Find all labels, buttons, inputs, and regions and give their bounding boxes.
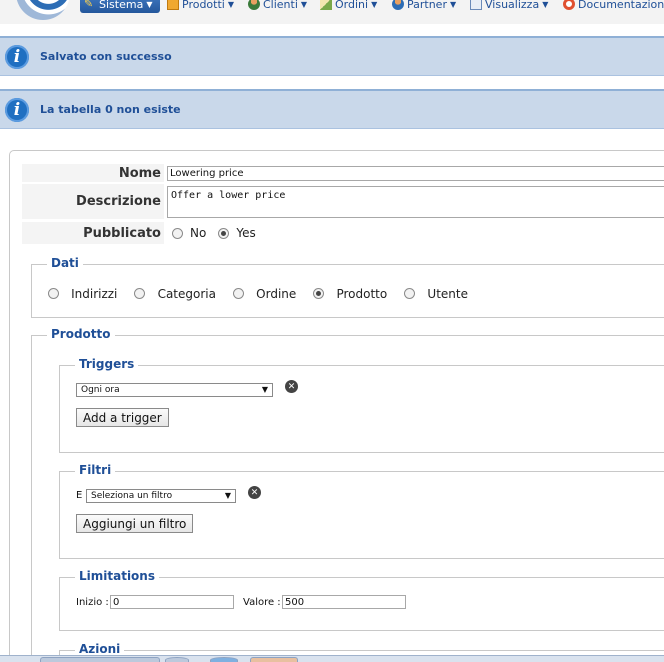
limit-value-input[interactable] bbox=[282, 595, 406, 609]
add-filter-button[interactable]: Aggiungi un filtro bbox=[76, 514, 194, 533]
menu-sistema-label: Sistema bbox=[99, 0, 144, 11]
info-icon: i bbox=[5, 44, 29, 69]
dati-indirizzi-radio[interactable] bbox=[48, 288, 59, 299]
published-no-radio[interactable] bbox=[172, 227, 183, 239]
app-logo bbox=[16, 0, 70, 20]
filter-select-value: Seleziona un filtro bbox=[91, 491, 173, 501]
taskbar-button[interactable] bbox=[210, 657, 238, 662]
description-textarea[interactable]: Offer a lower price bbox=[167, 185, 664, 218]
dati-title: Dati bbox=[47, 256, 83, 270]
add-trigger-button[interactable]: Add a trigger bbox=[76, 408, 169, 427]
filters-title: Filtri bbox=[75, 463, 116, 477]
display-icon bbox=[470, 0, 482, 10]
name-label: Nome bbox=[22, 164, 164, 182]
info-icon: i bbox=[5, 97, 29, 122]
prodotto-title: Prodotto bbox=[47, 327, 115, 341]
menu-visualizza-label: Visualizza bbox=[485, 0, 540, 11]
box-icon bbox=[167, 0, 179, 10]
chevron-down-icon: ▼ bbox=[146, 0, 153, 9]
chevron-down-icon: ▼ bbox=[371, 0, 378, 9]
published-options: No Yes bbox=[172, 222, 268, 244]
triggers-title: Triggers bbox=[75, 357, 139, 371]
published-yes-label: Yes bbox=[236, 226, 256, 240]
taskbar-button[interactable] bbox=[250, 657, 298, 662]
published-no-label: No bbox=[190, 226, 207, 240]
dati-categoria-label: Categoria bbox=[157, 286, 216, 301]
dati-prodotto-label: Prodotto bbox=[336, 286, 388, 301]
partner-icon bbox=[392, 0, 404, 10]
menu-clienti-label: Clienti bbox=[263, 0, 298, 11]
name-field-wrap bbox=[167, 164, 664, 182]
taskbar bbox=[0, 655, 664, 662]
dati-prodotto-radio[interactable] bbox=[313, 288, 325, 299]
dropdown-arrow-icon: ▼ bbox=[224, 491, 231, 500]
dati-indirizzi-label: Indirizzi bbox=[71, 286, 118, 301]
dropdown-arrow-icon: ▼ bbox=[261, 385, 268, 394]
description-label: Descrizione bbox=[22, 184, 164, 219]
trigger-select-value: Ogni ora bbox=[81, 385, 120, 395]
actions-title: Azioni bbox=[75, 642, 125, 656]
menu-ordini-label: Ordini bbox=[335, 0, 369, 11]
limit-value-label: Valore : bbox=[243, 597, 281, 608]
row-published: Pubblicato No Yes bbox=[22, 222, 664, 244]
orders-icon bbox=[320, 0, 332, 10]
menu-prodotti[interactable]: Prodotti ▼ bbox=[167, 0, 234, 13]
dati-options: Indirizzi Categoria Ordine Prodotto Uten… bbox=[48, 283, 480, 302]
name-input[interactable] bbox=[167, 165, 664, 181]
filter-prefix: E bbox=[76, 490, 83, 501]
error-message: i La tabella 0 non esiste bbox=[0, 89, 664, 129]
chevron-down-icon: ▼ bbox=[227, 0, 235, 9]
description-field-wrap: Offer a lower price bbox=[167, 184, 664, 219]
published-label: Pubblicato bbox=[22, 222, 164, 244]
chevron-down-icon: ▼ bbox=[300, 0, 308, 9]
success-message-text: Salvato con successo bbox=[40, 50, 172, 63]
row-description: Descrizione Offer a lower price bbox=[22, 184, 664, 219]
remove-filter-icon[interactable]: ✕ bbox=[248, 486, 261, 499]
user-icon bbox=[248, 0, 260, 10]
taskbar-button[interactable] bbox=[40, 657, 160, 662]
filter-select[interactable]: Seleziona un filtro ▼ bbox=[86, 489, 236, 503]
top-menubar: ✎ Sistema ▼ Prodotti ▼ Clienti ▼ Ordini … bbox=[0, 0, 664, 24]
menu-partner[interactable]: Partner ▼ bbox=[392, 0, 456, 13]
menu-documentazione-label: Documentazione bbox=[578, 0, 664, 11]
chevron-down-icon: ▼ bbox=[449, 0, 457, 9]
dati-utente-radio[interactable] bbox=[404, 288, 416, 299]
menu-visualizza[interactable]: Visualizza ▼ bbox=[470, 0, 548, 13]
success-message: i Salvato con successo bbox=[0, 36, 664, 76]
taskbar-button[interactable] bbox=[165, 657, 189, 662]
menu-sistema[interactable]: ✎ Sistema ▼ bbox=[80, 0, 160, 13]
limit-start-label: Inizio : bbox=[76, 597, 109, 608]
menu-partner-label: Partner bbox=[407, 0, 447, 11]
limitations-title: Limitations bbox=[75, 569, 159, 583]
dati-ordine-label: Ordine bbox=[256, 286, 297, 301]
trigger-select[interactable]: Ogni ora ▼ bbox=[76, 383, 273, 397]
menu-ordini[interactable]: Ordini ▼ bbox=[320, 0, 377, 13]
wrench-icon: ✎ bbox=[84, 0, 94, 10]
menu-documentazione[interactable]: Documentazione bbox=[563, 0, 664, 13]
limit-start-input[interactable] bbox=[110, 595, 234, 609]
dati-categoria-radio[interactable] bbox=[134, 288, 146, 299]
chevron-down-icon: ▼ bbox=[542, 0, 549, 9]
error-message-text: La tabella 0 non esiste bbox=[40, 103, 181, 116]
published-yes-radio[interactable] bbox=[218, 227, 230, 239]
remove-trigger-icon[interactable]: ✕ bbox=[285, 380, 298, 393]
dati-ordine-radio[interactable] bbox=[233, 288, 245, 299]
menu-prodotti-label: Prodotti bbox=[182, 0, 225, 11]
menu-clienti[interactable]: Clienti ▼ bbox=[248, 0, 307, 13]
dati-fieldset: Dati Indirizzi Categoria Ordine Prodotto… bbox=[31, 256, 664, 318]
dati-utente-label: Utente bbox=[427, 286, 468, 301]
lifebuoy-icon bbox=[563, 0, 575, 10]
row-name: Nome bbox=[22, 164, 664, 182]
